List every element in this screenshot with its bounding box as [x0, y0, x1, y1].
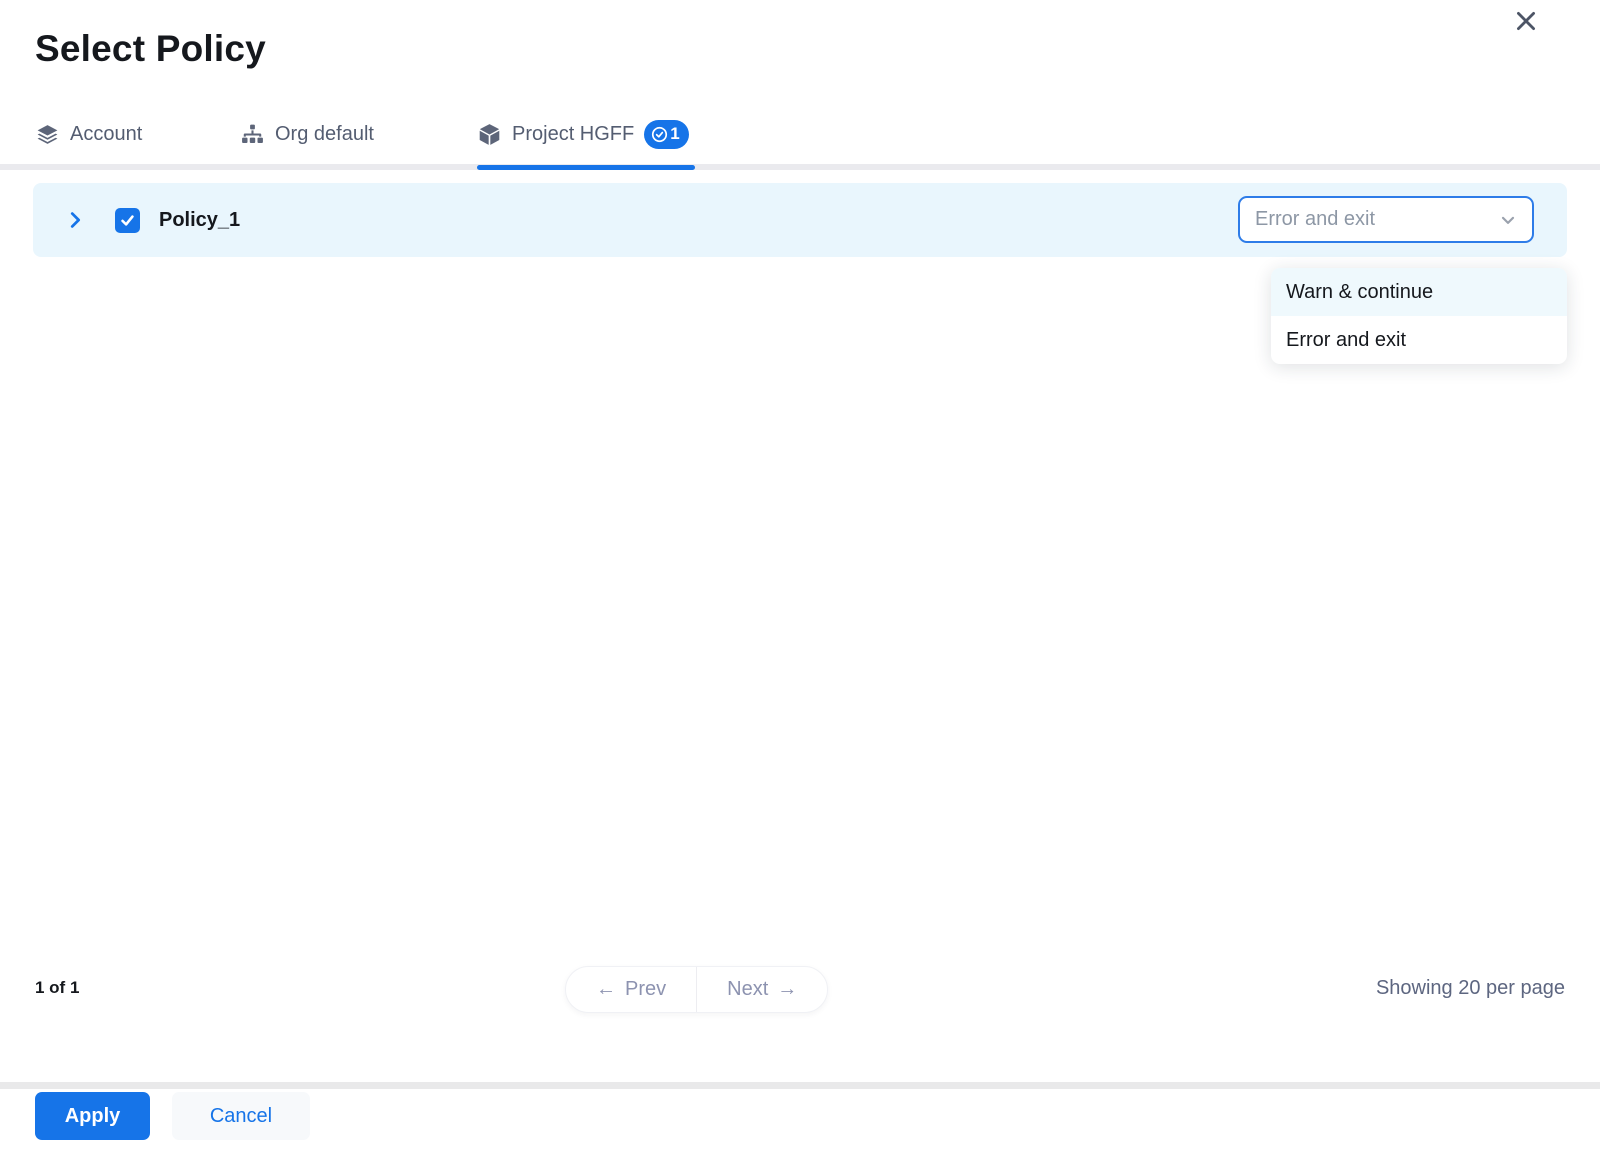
selected-count-badge: 1: [644, 120, 688, 149]
layers-icon: [35, 122, 60, 147]
tab-org-default[interactable]: Org default: [240, 108, 374, 160]
policy-row: Policy_1 Error and exit: [33, 183, 1567, 257]
tab-label: Account: [70, 123, 142, 146]
action-select[interactable]: Error and exit: [1238, 196, 1534, 243]
select-policy-modal: Select Policy Account Org default Projec…: [0, 0, 1600, 1171]
page-title: Select Policy: [35, 28, 266, 70]
select-value: Error and exit: [1255, 208, 1375, 231]
close-icon[interactable]: [1510, 8, 1542, 40]
tab-label: Project HGFF: [512, 123, 634, 146]
option-warn-continue[interactable]: Warn & continue: [1271, 268, 1567, 316]
footer-divider: [0, 1082, 1600, 1089]
next-label: Next: [727, 978, 768, 1001]
chevron-right-icon[interactable]: [63, 208, 87, 232]
prev-label: Prev: [625, 978, 666, 1001]
policy-checkbox[interactable]: [115, 208, 140, 233]
tab-label: Org default: [275, 123, 374, 146]
next-button[interactable]: Next →: [697, 967, 827, 1012]
tab-project-hgff[interactable]: Project HGFF 1: [477, 108, 689, 160]
arrow-right-icon: →: [777, 978, 797, 1001]
option-error-exit[interactable]: Error and exit: [1271, 316, 1567, 364]
arrow-left-icon: ←: [596, 978, 616, 1001]
action-select-menu: Warn & continue Error and exit: [1271, 268, 1567, 364]
tabs-divider: [0, 164, 1600, 170]
page-info: 1 of 1: [35, 978, 79, 998]
active-tab-underline: [477, 165, 695, 170]
tab-account[interactable]: Account: [35, 108, 142, 160]
policy-name: Policy_1: [159, 209, 240, 232]
prev-button[interactable]: ← Prev: [566, 967, 696, 1012]
pager: ← Prev Next →: [565, 966, 828, 1013]
tab-bar: Account Org default Project HGFF 1: [0, 108, 1600, 170]
per-page-info: Showing 20 per page: [1376, 977, 1565, 1000]
cancel-button[interactable]: Cancel: [172, 1092, 310, 1140]
apply-button[interactable]: Apply: [35, 1092, 150, 1140]
cube-icon: [477, 122, 502, 147]
check-circle-icon: [651, 126, 668, 143]
badge-count: 1: [670, 124, 679, 144]
org-chart-icon: [240, 122, 265, 147]
chevron-down-icon: [1498, 210, 1518, 230]
